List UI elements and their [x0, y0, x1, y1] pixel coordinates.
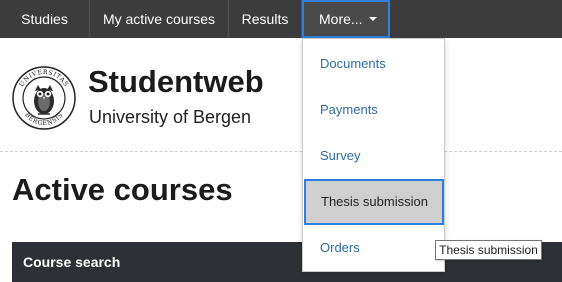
more-dropdown-menu: Documents Payments Survey Thesis submiss…	[302, 38, 445, 272]
nav-my-active-courses[interactable]: My active courses	[90, 0, 228, 38]
nav-results[interactable]: Results	[229, 0, 301, 38]
course-search-label: Course search	[23, 254, 121, 270]
header-divider	[0, 151, 562, 152]
nav-studies[interactable]: Studies	[0, 0, 89, 38]
menu-item-documents[interactable]: Documents	[304, 41, 444, 87]
nav-more-label: More...	[319, 11, 363, 27]
menu-item-orders[interactable]: Orders	[304, 225, 444, 271]
top-navigation: Studies My active courses Results More..…	[0, 0, 562, 38]
nav-more-button[interactable]: More...	[302, 0, 390, 38]
university-seal-icon: UNIVERSITAS BERGENSIS	[12, 66, 76, 130]
page-title: Active courses	[12, 172, 233, 207]
site-title[interactable]: Studentweb	[88, 64, 264, 100]
menu-item-payments[interactable]: Payments	[304, 87, 444, 133]
site-subtitle: University of Bergen	[89, 107, 252, 127]
menu-item-survey[interactable]: Survey	[304, 133, 444, 179]
menu-item-thesis-submission[interactable]: Thesis submission	[304, 179, 444, 225]
tooltip: Thesis submission	[435, 240, 542, 260]
chevron-down-icon	[369, 17, 377, 21]
